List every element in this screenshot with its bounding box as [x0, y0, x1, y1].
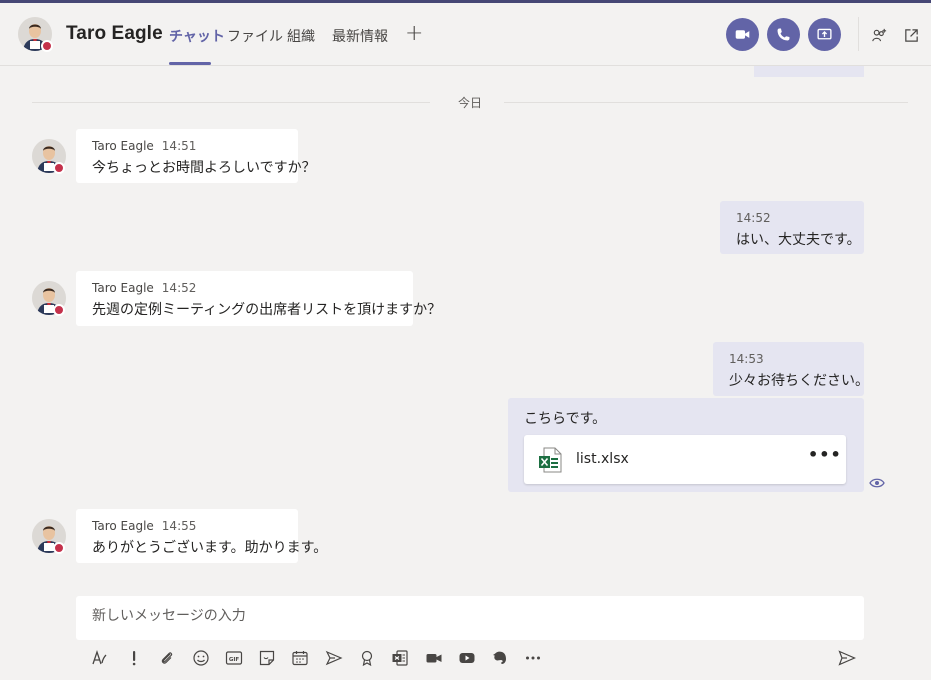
message-time: 14:52 — [161, 281, 197, 295]
tab-files[interactable]: ファイル — [227, 26, 283, 46]
pop-out-icon[interactable] — [903, 27, 920, 44]
svg-text:GIF: GIF — [229, 657, 240, 663]
file-attachment-card[interactable]: list.xlsx ••• — [524, 435, 846, 484]
paperclip-icon — [161, 652, 173, 664]
file-name: list.xlsx — [576, 451, 629, 467]
presence-busy-icon — [53, 304, 65, 316]
message-bubble[interactable]: Taro Eagle 14:55 ありがとうございます。助かります。 — [76, 509, 328, 563]
more-apps-button[interactable] — [523, 648, 543, 668]
message-time: 14:53 — [729, 352, 764, 366]
tab-org[interactable]: 組織 — [287, 26, 315, 46]
gif-icon: GIF — [225, 651, 243, 665]
excel-file-icon — [539, 447, 562, 473]
praise-button[interactable] — [357, 648, 377, 668]
previous-message-edge — [754, 66, 864, 77]
presence-busy-icon — [53, 162, 65, 174]
share-screen-button[interactable] — [808, 18, 841, 51]
emoji-button[interactable] — [191, 648, 211, 668]
active-tab-indicator — [169, 62, 211, 65]
send-arrow-outline-icon — [325, 650, 343, 666]
video-camera-icon — [426, 654, 442, 663]
message-author: Taro Eagle — [92, 139, 154, 153]
tab-chat[interactable]: チャット — [169, 26, 225, 46]
message-time: 14:52 — [736, 211, 771, 225]
message-time: 14:51 — [161, 139, 197, 153]
emoji-icon — [193, 650, 209, 666]
badge-icon — [361, 650, 373, 667]
schedule-meeting-button[interactable] — [290, 648, 310, 668]
message-meta: Taro Eagle 14:55 — [92, 519, 282, 535]
calendar-icon — [292, 651, 308, 666]
meet-now-button[interactable] — [424, 648, 444, 668]
ellipsis-icon — [526, 656, 540, 660]
message-text: はい、大丈夫です。 — [736, 232, 861, 248]
chat-title: Taro Eagle — [66, 23, 163, 44]
send-icon — [838, 650, 856, 666]
message-input[interactable] — [92, 608, 832, 624]
message-text: ありがとうございます。助かります。 — [92, 540, 328, 556]
add-tab-button[interactable]: + — [405, 21, 423, 46]
gif-button[interactable]: GIF — [224, 648, 244, 668]
compose-box[interactable] — [76, 596, 864, 640]
more-options-button[interactable]: ••• — [808, 445, 842, 464]
message-bubble[interactable]: Taro Eagle 14:51 今ちょっとお時間よろしいですか？ — [76, 129, 316, 183]
message-meta: Taro Eagle 14:52 — [92, 281, 397, 297]
message-text: こちらです。 — [524, 411, 607, 427]
day-label: 今日 — [457, 96, 482, 110]
format-text-icon — [92, 649, 107, 665]
add-people-icon[interactable] — [871, 27, 888, 44]
forms-button[interactable] — [390, 648, 410, 668]
header-separator — [858, 17, 859, 51]
message-author: Taro Eagle — [92, 281, 154, 295]
message-time: 14:55 — [161, 519, 197, 533]
own-message-bubble[interactable]: 14:53 少々お待ちください。 — [713, 342, 869, 396]
message-meta: Taro Eagle 14:51 — [92, 139, 282, 155]
exclamation-icon — [132, 651, 136, 666]
send-button[interactable] — [837, 648, 857, 668]
evernote-button[interactable] — [490, 648, 510, 668]
youtube-icon — [459, 653, 475, 663]
message-text: 今ちょっとお時間よろしいですか？ — [92, 160, 316, 176]
sticker-icon — [259, 650, 275, 666]
share-screen-icon — [817, 28, 832, 40]
presence-busy-icon — [41, 40, 53, 52]
message-text: 少々お待ちください。 — [729, 373, 869, 389]
youtube-button[interactable] — [457, 648, 477, 668]
video-camera-icon — [735, 30, 750, 39]
audio-call-button[interactable] — [767, 18, 800, 51]
tab-activity[interactable]: 最新情報 — [332, 26, 388, 46]
day-divider: 今日 — [32, 94, 908, 110]
message-text: 先週の定例ミーティングの出席者リストを頂けますか？ — [92, 302, 442, 318]
elephant-icon — [493, 651, 506, 664]
video-call-button[interactable] — [726, 18, 759, 51]
important-button[interactable] — [124, 648, 144, 668]
sticker-button[interactable] — [257, 648, 277, 668]
presence-busy-icon — [53, 542, 65, 554]
own-message-bubble[interactable]: 14:52 はい、大丈夫です。 — [720, 201, 864, 254]
stream-button[interactable] — [324, 648, 344, 668]
phone-icon — [777, 28, 790, 41]
chat-header: Taro Eagle チャット ファイル 組織 最新情報 + — [0, 3, 931, 66]
format-button[interactable] — [89, 648, 109, 668]
read-receipt-eye-icon — [869, 478, 885, 488]
message-author: Taro Eagle — [92, 519, 154, 533]
message-bubble[interactable]: Taro Eagle 14:52 先週の定例ミーティングの出席者リストを頂けますか… — [76, 271, 442, 326]
attach-button[interactable] — [157, 648, 177, 668]
app-tile-icon — [392, 650, 408, 666]
